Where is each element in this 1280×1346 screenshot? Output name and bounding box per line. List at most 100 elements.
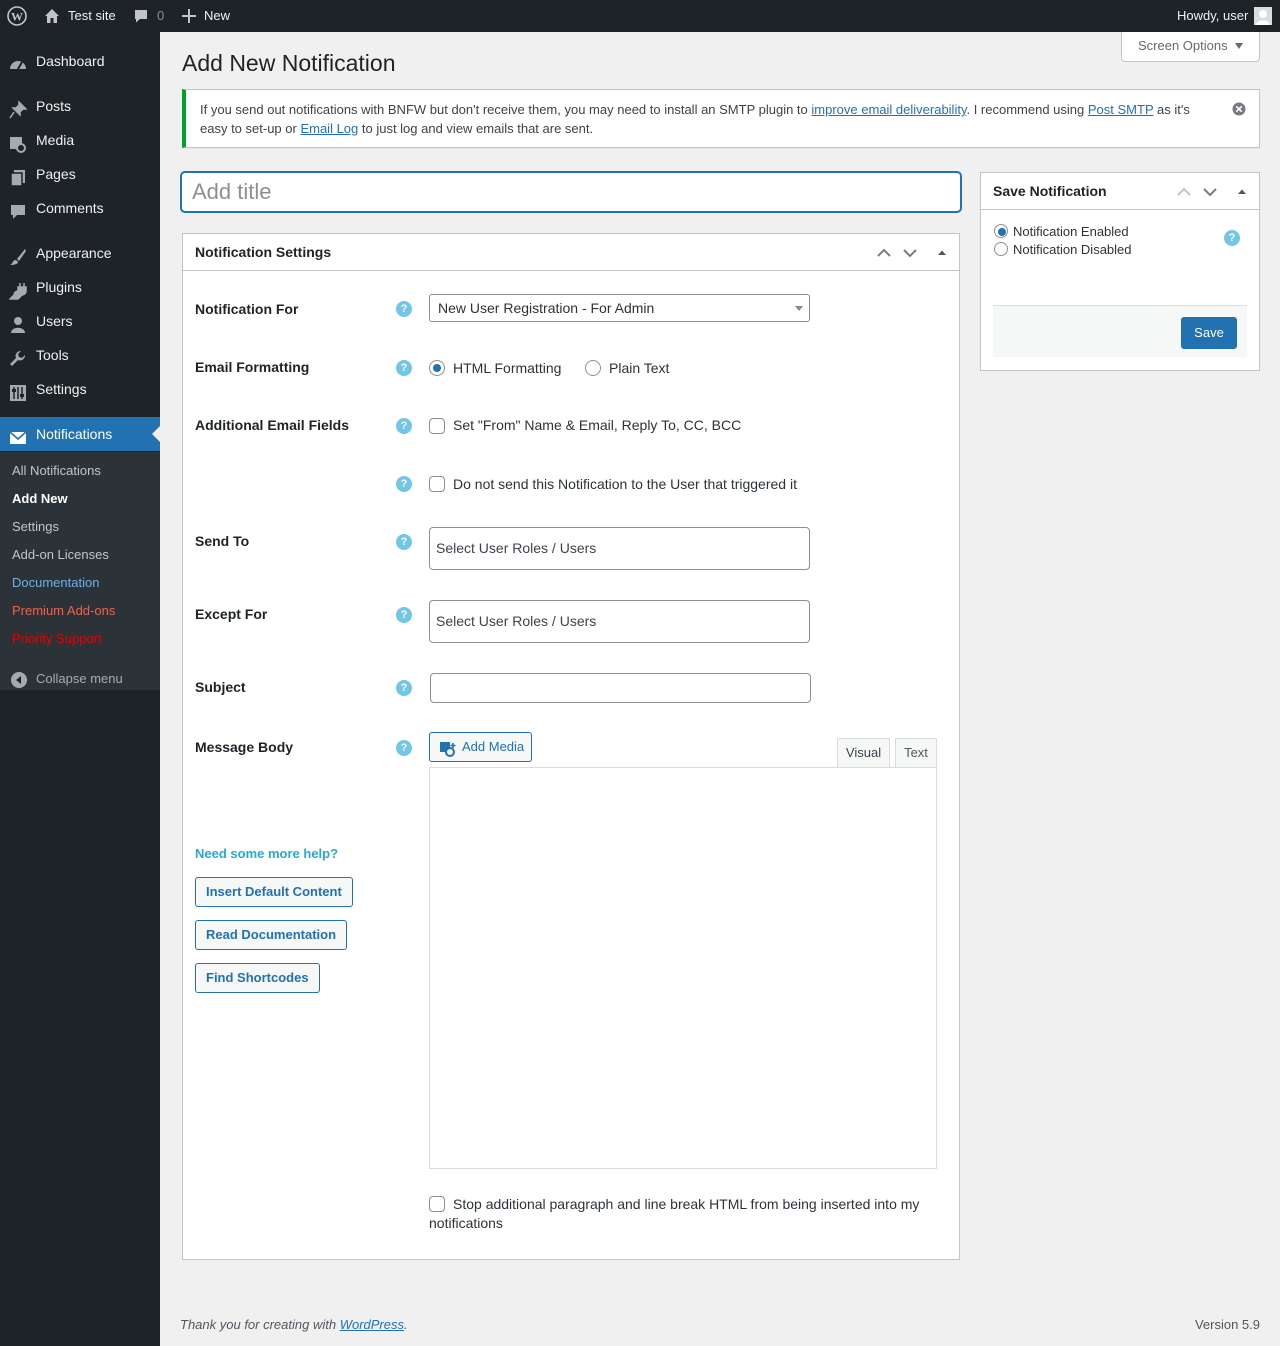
submenu-addon-licenses[interactable]: Add-on Licenses xyxy=(12,546,109,564)
chevron-up-icon[interactable] xyxy=(1175,183,1193,201)
submenu-all-notifications[interactable]: All Notifications xyxy=(12,462,101,480)
screen-options-button[interactable]: Screen Options xyxy=(1121,32,1260,62)
menu-label: Users xyxy=(36,313,73,329)
settings-icon xyxy=(9,380,27,401)
comments-link[interactable]: 0 xyxy=(133,0,169,32)
menu-plugins[interactable]: Plugins xyxy=(0,270,160,304)
menu-label: Appearance xyxy=(36,245,112,261)
collapse-menu-button[interactable]: Collapse menu xyxy=(0,666,160,696)
plugin-icon xyxy=(8,278,27,300)
plain-text-radio[interactable] xyxy=(585,360,601,376)
notification-settings-box: Notification Settings Notification For ?… xyxy=(182,233,960,1260)
help-icon[interactable]: ? xyxy=(396,360,412,376)
notification-enabled-radio[interactable] xyxy=(994,224,1008,238)
toggle-panel-icon[interactable] xyxy=(1233,183,1251,201)
email-log-link[interactable]: Email Log xyxy=(300,121,358,136)
envelope-icon xyxy=(9,425,27,444)
smtp-notice: If you send out notifications with BNFW … xyxy=(182,89,1260,148)
need-help-text: Need some more help? xyxy=(195,846,339,861)
submenu-settings[interactable]: Settings xyxy=(12,518,59,536)
message-body-editor[interactable] xyxy=(429,767,937,1169)
menu-users[interactable]: Users xyxy=(0,304,160,338)
plain-text-label: Plain Text xyxy=(609,360,670,376)
tab-text[interactable]: Text xyxy=(895,738,937,768)
caret-down-icon xyxy=(1235,43,1243,49)
help-icon[interactable]: ? xyxy=(396,740,412,756)
plus-icon xyxy=(182,9,196,23)
notification-for-select[interactable]: New User Registration - For Admin xyxy=(429,294,810,322)
stop-paragraph-label: Stop additional paragraph and line break… xyxy=(429,1196,920,1231)
help-icon[interactable]: ? xyxy=(396,680,412,696)
current-menu-arrow xyxy=(152,426,160,442)
postbox-header: Notification Settings xyxy=(183,234,959,271)
email-formatting-label: Email Formatting xyxy=(195,359,310,375)
read-docs-label: Read Documentation xyxy=(206,927,337,942)
help-icon[interactable]: ? xyxy=(396,476,412,492)
my-account-link[interactable]: Howdy, user xyxy=(1150,0,1274,32)
send-to-placeholder: Select User Roles / Users xyxy=(436,540,597,556)
footer-thanks-text: Thank you for creating with xyxy=(180,1317,340,1332)
user-icon xyxy=(9,312,27,333)
help-icon[interactable]: ? xyxy=(396,534,412,550)
wordpress-logo-icon[interactable]: W xyxy=(7,0,27,32)
dismiss-notice-icon[interactable] xyxy=(1232,102,1246,116)
notification-enabled-label: Notification Enabled xyxy=(1013,224,1129,239)
insert-default-content-button[interactable]: Insert Default Content xyxy=(195,877,353,907)
message-body-label: Message Body xyxy=(195,739,294,755)
subject-input[interactable] xyxy=(430,673,811,703)
post-title-input[interactable] xyxy=(181,172,961,212)
menu-dashboard[interactable]: Dashboard xyxy=(0,44,160,78)
chevron-down-icon[interactable] xyxy=(901,244,919,262)
notification-disabled-radio[interactable] xyxy=(994,242,1008,256)
menu-media[interactable]: Media xyxy=(0,123,160,157)
read-documentation-button[interactable]: Read Documentation xyxy=(195,920,348,950)
save-button[interactable]: Save xyxy=(1181,317,1237,349)
help-icon[interactable]: ? xyxy=(396,418,412,434)
html-formatting-radio[interactable] xyxy=(429,360,445,376)
submenu-premium-addons[interactable]: Premium Add-ons xyxy=(12,602,115,620)
site-name-link[interactable]: Test site xyxy=(44,0,124,32)
notification-settings-title: Notification Settings xyxy=(195,244,332,260)
postbox-header: Save Notification xyxy=(981,173,1259,210)
wordpress-link[interactable]: WordPress xyxy=(340,1317,404,1332)
submenu-priority-support[interactable]: Priority Support xyxy=(12,630,102,648)
deliverability-link[interactable]: improve email deliverability xyxy=(811,102,966,117)
admin-sidebar: Dashboard Posts Media Pages Comments App… xyxy=(0,32,160,1346)
except-for-select[interactable]: Select User Roles / Users xyxy=(429,600,810,643)
toggle-panel-icon[interactable] xyxy=(933,244,951,262)
site-name: Test site xyxy=(68,8,116,23)
caret-down-icon xyxy=(795,306,803,311)
menu-tools[interactable]: Tools xyxy=(0,338,160,372)
add-media-button[interactable]: Add Media xyxy=(429,732,532,762)
media-icon xyxy=(9,131,27,153)
submenu-add-new[interactable]: Add New xyxy=(12,490,68,508)
svg-text:W: W xyxy=(11,10,23,24)
send-to-label: Send To xyxy=(195,533,250,549)
menu-label: Plugins xyxy=(36,279,82,295)
find-shortcodes-button[interactable]: Find Shortcodes xyxy=(195,963,320,993)
additional-fields-checkbox[interactable] xyxy=(429,418,445,434)
menu-label: Media xyxy=(36,132,75,148)
menu-appearance[interactable]: Appearance xyxy=(0,236,160,270)
chevron-down-icon[interactable] xyxy=(1201,183,1219,201)
no-trigger-user-checkbox[interactable] xyxy=(429,476,445,492)
comment-icon xyxy=(9,199,27,219)
menu-label: Posts xyxy=(36,98,72,114)
chevron-up-icon[interactable] xyxy=(875,244,893,262)
help-icon[interactable]: ? xyxy=(396,607,412,623)
dashboard-icon xyxy=(9,52,27,70)
menu-comments[interactable]: Comments xyxy=(0,191,160,225)
greeting: Howdy, user xyxy=(1177,8,1249,23)
menu-notifications[interactable]: Notifications xyxy=(0,417,160,451)
menu-pages[interactable]: Pages xyxy=(0,157,160,191)
menu-settings[interactable]: Settings xyxy=(0,372,160,406)
help-icon[interactable]: ? xyxy=(396,301,412,317)
new-content-link[interactable]: New xyxy=(182,0,242,32)
help-icon[interactable]: ? xyxy=(1224,230,1240,246)
submenu-documentation[interactable]: Documentation xyxy=(12,574,99,592)
tab-visual[interactable]: Visual xyxy=(837,738,890,768)
menu-posts[interactable]: Posts xyxy=(0,89,160,123)
find-shortcodes-label: Find Shortcodes xyxy=(206,970,309,985)
post-smtp-link[interactable]: Post SMTP xyxy=(1088,102,1154,117)
send-to-select[interactable]: Select User Roles / Users xyxy=(429,527,810,570)
